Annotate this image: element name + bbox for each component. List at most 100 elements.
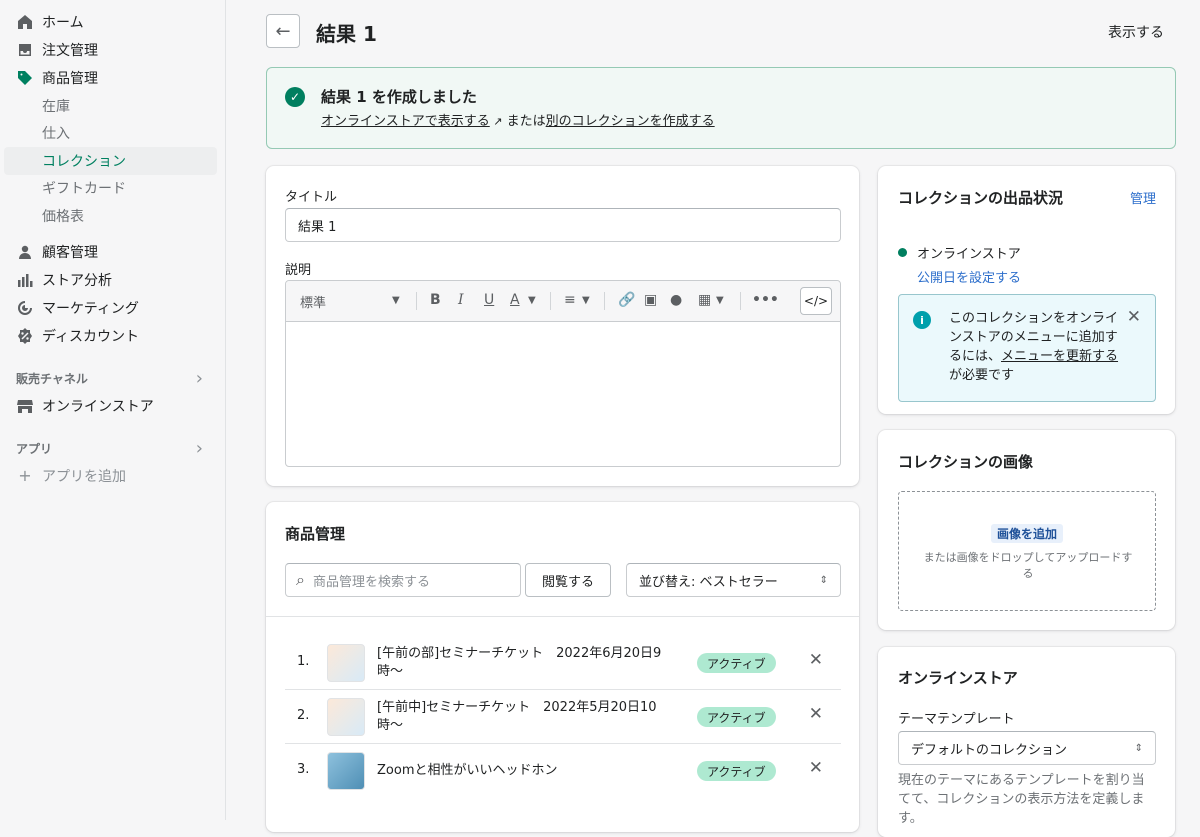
status-badge: アクティブ [697,761,776,781]
manage-link[interactable]: 管理 [1130,188,1156,207]
chevron-right-icon: › [195,438,203,459]
image-dropzone[interactable]: 画像を追加 または画像をドロップしてアップロードする [898,491,1156,611]
browse-button[interactable]: 閲覧する [525,563,611,597]
sidebar-sub-price-lists[interactable]: 価格表 [4,202,217,230]
align-left-icon[interactable]: ≡ [564,292,576,308]
sidebar-item-online-store[interactable]: オンラインストア [4,392,217,420]
tag-icon [16,69,34,87]
select-arrows-icon: ⇕ [819,574,828,586]
product-number: 3. [297,762,310,777]
create-another-collection-link[interactable]: 別のコレクションを作成する [546,114,715,129]
sidebar-item-customers[interactable]: 顧客管理 [4,238,217,266]
search-placeholder: 商品管理を検索する [312,574,430,590]
product-name[interactable]: Zoomと相性がいいヘッドホン [377,762,677,780]
more-icon[interactable]: ••• [752,292,779,308]
view-button[interactable]: 表示する [1108,22,1164,42]
text-color-icon[interactable]: A [510,292,520,308]
products-card: 商品管理 ⌕ 商品管理を検索する 閲覧する 並び替え: ベストセラー ⇕ 1. … [266,502,859,832]
close-icon[interactable]: ✕ [809,758,823,778]
select-arrows-icon: ⇕ [1134,742,1143,754]
product-name[interactable]: [午前の部]セミナーチケット 2022年6月20日9時〜 [377,645,677,681]
product-name[interactable]: [午前中]セミナーチケット 2022年5月20日10時〜 [377,699,677,735]
check-circle-icon: ✓ [285,87,305,107]
sidebar-sub-gift-cards[interactable]: ギフトカード [4,175,217,203]
description-editor: 標準 ▼ B I U A ▼ ≡ ▼ 🔗 ▣ ● ▦ ▼ ••• </> [285,280,841,467]
format-select[interactable]: 標準 [300,292,326,311]
sidebar-item-marketing[interactable]: マーケティング [4,294,217,322]
chevron-right-icon: › [195,368,203,389]
discount-icon [16,327,34,345]
banner-title: 結果 1 を作成しました [321,88,477,106]
sidebar-item-home[interactable]: ホーム [4,8,217,36]
caret-down-icon[interactable]: ▼ [582,295,590,306]
banner-middle-text: または [506,114,546,129]
status-badge: アクティブ [697,707,776,727]
sidebar-sub-inventory[interactable]: 在庫 [4,92,217,120]
sort-value: 並び替え: ベストセラー [639,574,778,590]
image-icon[interactable]: ▣ [644,292,657,308]
close-icon[interactable]: ✕ [1127,307,1141,327]
view-online-store-link[interactable]: オンラインストアで表示する [321,114,490,129]
product-thumbnail [327,698,365,736]
theme-template-select[interactable]: デフォルトのコレクション ⇕ [898,731,1156,765]
product-row[interactable]: 2. [午前中]セミナーチケット 2022年5月20日10時〜 アクティブ ✕ [285,690,841,744]
store-icon [16,397,34,415]
info-text-suffix: が必要です [949,368,1015,383]
video-icon[interactable]: ● [670,292,682,308]
caret-down-icon[interactable]: ▼ [392,295,400,306]
sidebar-item-discounts[interactable]: ディスカウント [4,322,217,350]
online-store-card: オンラインストア テーマテンプレート デフォルトのコレクション ⇕ 現在のテーマ… [878,647,1175,837]
close-icon[interactable]: ✕ [809,650,823,670]
channel-name: オンラインストア [917,247,1021,262]
bar-chart-icon [16,271,34,289]
add-image-button[interactable]: 画像を追加 [991,524,1064,543]
sidebar-item-label: ストア分析 [42,272,112,289]
product-row[interactable]: 1. [午前の部]セミナーチケット 2022年6月20日9時〜 アクティブ ✕ [285,636,841,690]
editor-toolbar: 標準 ▼ B I U A ▼ ≡ ▼ 🔗 ▣ ● ▦ ▼ ••• </> [286,281,840,322]
sidebar-item-label: アプリを追加 [42,468,126,485]
close-icon[interactable]: ✕ [809,704,823,724]
sort-select[interactable]: 並び替え: ベストセラー ⇕ [626,563,841,597]
product-number: 1. [297,654,310,669]
title-input[interactable]: 結果 1 [285,208,841,242]
target-icon [16,299,34,317]
main-content: ← 結果 1 表示する ✓ 結果 1 を作成しました オンラインストアで表示する… [226,0,1200,837]
sidebar-section-sales-channels[interactable]: 販売チャネル › [0,366,225,392]
table-icon[interactable]: ▦ [698,292,711,308]
caret-down-icon[interactable]: ▼ [528,295,536,306]
update-menu-link[interactable]: メニューを更新する [1001,349,1118,364]
caret-down-icon[interactable]: ▼ [716,295,724,306]
title-label: タイトル [285,190,338,205]
section-label: 販売チャネル [16,372,88,386]
status-dot-icon [898,248,907,257]
template-help-text: 現在のテーマにあるテンプレートを割り当てて、コレクションの表示方法を定義します。 [898,773,1145,826]
sidebar-item-orders[interactable]: 注文管理 [4,36,217,64]
sidebar-sub-purchase[interactable]: 仕入 [4,120,217,148]
sidebar-item-add-app[interactable]: + アプリを追加 [4,462,217,490]
info-banner: i このコレクションをオンラインストアのメニューに追加するには、メニューを更新す… [898,294,1156,402]
title-description-card: タイトル 結果 1 説明 標準 ▼ B I U A ▼ ≡ ▼ 🔗 ▣ ● ▦ [266,166,859,486]
italic-icon[interactable]: I [458,292,464,308]
sidebar-section-apps[interactable]: アプリ › [0,436,225,462]
set-publish-date-link[interactable]: 公開日を設定する [917,267,1021,286]
bold-icon[interactable]: B [430,292,441,308]
collection-image-card: コレクションの画像 画像を追加 または画像をドロップしてアップロードする [878,430,1175,630]
back-button[interactable]: ← [266,14,300,48]
link-icon[interactable]: 🔗 [618,292,635,308]
product-row[interactable]: 3. Zoomと相性がいいヘッドホン アクティブ ✕ [285,744,841,798]
sidebar-sub-collections[interactable]: コレクション [4,147,217,175]
banner-text: オンラインストアで表示する ↗ または別のコレクションを作成する [321,110,715,129]
product-thumbnail [327,752,365,790]
underline-icon[interactable]: U [484,292,494,308]
sidebar: ホーム 注文管理 商品管理 在庫 仕入 コレクション ギフトカード 価格表 顧客… [0,0,226,820]
plus-icon: + [18,466,32,485]
product-search-input[interactable]: ⌕ 商品管理を検索する [285,563,521,597]
sidebar-item-label: ホーム [42,15,84,31]
sidebar-item-analytics[interactable]: ストア分析 [4,266,217,294]
code-view-button[interactable]: </> [800,287,832,315]
products-title: 商品管理 [285,525,346,543]
info-icon: i [913,311,931,329]
page-title: 結果 1 [316,22,377,46]
code-icon: </> [803,294,829,308]
sidebar-item-products[interactable]: 商品管理 [4,64,217,92]
